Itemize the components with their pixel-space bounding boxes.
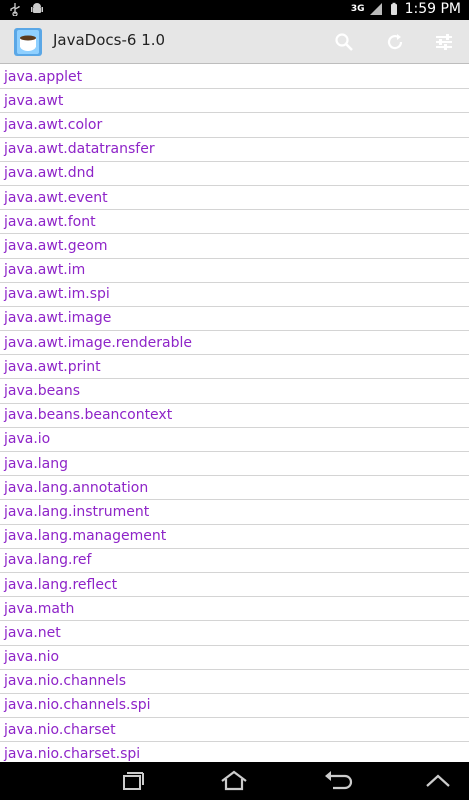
list-item[interactable]: java.awt.im [0, 259, 469, 283]
list-item[interactable]: java.net [0, 621, 469, 646]
list-item[interactable]: java.nio [0, 646, 469, 670]
list-item[interactable]: java.beans [0, 379, 469, 404]
back-button[interactable] [322, 769, 354, 793]
settings-sliders-icon [436, 34, 452, 50]
list-item[interactable]: java.awt.geom [0, 234, 469, 259]
list-item[interactable]: java.lang.instrument [0, 500, 469, 525]
app-coffee-icon[interactable] [10, 24, 46, 60]
list-item[interactable]: java.nio.charset.spi [0, 742, 469, 762]
list-item[interactable]: java.nio.channels [0, 670, 469, 694]
menu-up-button[interactable] [422, 769, 454, 793]
list-item[interactable]: java.lang.management [0, 525, 469, 549]
list-item[interactable]: java.awt.dnd [0, 162, 469, 186]
recent-apps-button[interactable] [116, 769, 148, 793]
refresh-icon [387, 34, 403, 50]
list-item[interactable]: java.io [0, 428, 469, 452]
home-button[interactable] [218, 769, 250, 793]
status-bar: 3G 1:59 PM [0, 0, 469, 20]
package-list: java.applet java.awt java.awt.color java… [0, 65, 469, 762]
list-item[interactable]: java.lang.ref [0, 549, 469, 573]
navigation-bar [0, 762, 469, 800]
list-item[interactable]: java.lang.reflect [0, 573, 469, 598]
battery-icon [390, 2, 397, 15]
signal-icon [369, 3, 382, 15]
list-item[interactable]: java.lang [0, 452, 469, 477]
usb-icon [10, 3, 20, 16]
list-item[interactable]: java.awt.image.renderable [0, 331, 469, 356]
list-item[interactable]: java.nio.channels.spi [0, 694, 469, 719]
chevron-up-icon [426, 774, 450, 787]
list-item[interactable]: java.beans.beancontext [0, 404, 469, 428]
list-item[interactable]: java.awt.color [0, 113, 469, 138]
search-button[interactable] [330, 28, 358, 56]
settings-button[interactable] [430, 28, 458, 56]
refresh-button[interactable] [381, 28, 409, 56]
list-item[interactable]: java.awt.print [0, 355, 469, 380]
android-debug-icon [31, 3, 43, 13]
network-type: 3G [350, 3, 365, 14]
list-item[interactable]: java.awt.font [0, 210, 469, 235]
back-icon [325, 771, 353, 790]
recent-apps-icon [123, 772, 144, 790]
clock: 1:59 PM [404, 1, 461, 17]
list-item[interactable]: java.awt.event [0, 186, 469, 211]
action-bar: JavaDocs-6 1.0 [0, 20, 469, 64]
list-item[interactable]: java.nio.charset [0, 718, 469, 743]
list-item[interactable]: java.awt.im.spi [0, 283, 469, 307]
list-item[interactable]: java.awt.datatransfer [0, 138, 469, 162]
list-item[interactable]: java.awt [0, 89, 469, 114]
app-title: JavaDocs-6 1.0 [53, 31, 166, 49]
list-item[interactable]: java.lang.annotation [0, 476, 469, 501]
list-item[interactable]: java.math [0, 597, 469, 622]
search-icon [335, 33, 353, 51]
home-icon [221, 770, 247, 791]
list-item[interactable]: java.awt.image [0, 307, 469, 332]
list-item[interactable]: java.applet [0, 65, 469, 90]
